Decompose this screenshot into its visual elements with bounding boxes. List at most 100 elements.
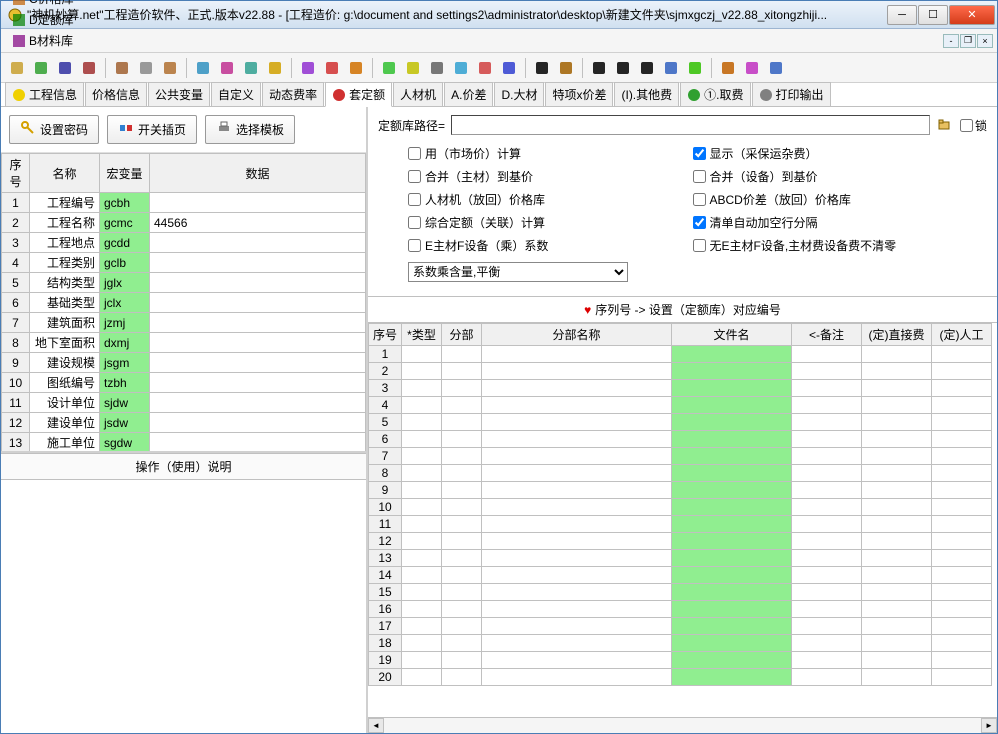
table-row[interactable]: 6 (369, 431, 992, 448)
tab-12[interactable]: 打印输出 (752, 82, 831, 106)
toolbar-btn-19[interactable] (499, 58, 519, 78)
tab-2[interactable]: 公共变量 (148, 82, 210, 106)
table-row[interactable]: 10图纸编号tzbh (2, 373, 366, 393)
table-row[interactable]: 19 (369, 652, 992, 669)
toolbar-btn-2[interactable] (55, 58, 75, 78)
toolbar-btn-12[interactable] (322, 58, 342, 78)
toolbar-btn-7[interactable] (193, 58, 213, 78)
mdi-close-button[interactable]: × (977, 34, 993, 48)
tab-4[interactable]: 动态费率 (262, 82, 324, 106)
check-2[interactable]: 合并（主材）到基价 (408, 168, 673, 185)
table-row[interactable]: 6基础类型jclx (2, 293, 366, 313)
right-grid[interactable]: 序号*类型分部分部名称文件名<-备注(定)直接费(定)人工 1234567891… (368, 322, 997, 717)
tab-1[interactable]: 价格信息 (85, 82, 147, 106)
tab-3[interactable]: 自定义 (211, 82, 261, 106)
check-1[interactable]: 显示（采保运杂费） (693, 145, 958, 162)
right-col-3[interactable]: 分部名称 (482, 324, 672, 346)
quota-path-input[interactable] (451, 115, 930, 135)
set-password-button[interactable]: 设置密码 (9, 115, 99, 144)
table-row[interactable]: 4 (369, 397, 992, 414)
maximize-button[interactable]: ☐ (918, 5, 948, 25)
toolbar-btn-24[interactable] (637, 58, 657, 78)
right-col-1[interactable]: *类型 (402, 324, 442, 346)
left-col-3[interactable]: 数据 (150, 154, 366, 193)
table-row[interactable]: 12建设单位jsdw (2, 413, 366, 433)
table-row[interactable]: 16 (369, 601, 992, 618)
toolbar-btn-21[interactable] (556, 58, 576, 78)
table-row[interactable]: 5 (369, 414, 992, 431)
table-row[interactable]: 9 (369, 482, 992, 499)
toolbar-btn-3[interactable] (79, 58, 99, 78)
toolbar-btn-13[interactable] (346, 58, 366, 78)
table-row[interactable]: 3 (369, 380, 992, 397)
table-row[interactable]: 13施工单位sgdw (2, 433, 366, 453)
table-row[interactable]: 10 (369, 499, 992, 516)
tab-11[interactable]: ①.取费 (680, 82, 750, 106)
toolbar-btn-22[interactable] (589, 58, 609, 78)
coefficient-combo[interactable]: 系数乘含量,平衡 (408, 262, 628, 282)
mdi-restore-button[interactable]: ❐ (960, 34, 976, 48)
left-col-0[interactable]: 序号 (2, 154, 30, 193)
check-4[interactable]: 人材机（放回）价格库 (408, 191, 673, 208)
close-button[interactable]: ✕ (949, 5, 995, 25)
table-row[interactable]: 5结构类型jglx (2, 273, 366, 293)
tab-0[interactable]: 工程信息 (5, 82, 84, 106)
right-col-4[interactable]: 文件名 (672, 324, 792, 346)
table-row[interactable]: 12 (369, 533, 992, 550)
table-row[interactable]: 11 (369, 516, 992, 533)
table-row[interactable]: 7建筑面积jzmj (2, 313, 366, 333)
tab-6[interactable]: 人材机 (393, 82, 443, 106)
menu-cube-icon[interactable]: B材料库 (5, 30, 90, 51)
toolbar-btn-29[interactable] (766, 58, 786, 78)
tab-7[interactable]: A.价差 (444, 82, 493, 106)
check-0[interactable]: 用（市场价）计算 (408, 145, 673, 162)
toolbar-btn-23[interactable] (613, 58, 633, 78)
table-row[interactable]: 1工程编号gcbh (2, 193, 366, 213)
tab-9[interactable]: 特项x价差 (545, 82, 613, 106)
toolbar-btn-28[interactable] (742, 58, 762, 78)
table-row[interactable]: 20 (369, 669, 992, 686)
table-row[interactable]: 11设计单位sjdw (2, 393, 366, 413)
choose-template-button[interactable]: 选择模板 (205, 115, 295, 144)
right-col-6[interactable]: (定)直接费 (862, 324, 932, 346)
tab-10[interactable]: (I).其他费 (614, 82, 679, 106)
toolbar-btn-0[interactable] (7, 58, 27, 78)
table-row[interactable]: 8 (369, 465, 992, 482)
toggle-insert-button[interactable]: 开关插页 (107, 115, 197, 144)
right-col-0[interactable]: 序号 (369, 324, 402, 346)
browse-button[interactable] (936, 116, 954, 134)
left-col-1[interactable]: 名称 (30, 154, 100, 193)
toolbar-btn-11[interactable] (298, 58, 318, 78)
tab-5[interactable]: 套定额 (325, 82, 392, 107)
mdi-minimize-button[interactable]: - (943, 34, 959, 48)
table-row[interactable]: 4工程类别gclb (2, 253, 366, 273)
toolbar-btn-9[interactable] (241, 58, 261, 78)
check-7[interactable]: 清单自动加空行分隔 (693, 214, 958, 231)
table-row[interactable]: 1 (369, 346, 992, 363)
table-row[interactable]: 8地下室面积dxmj (2, 333, 366, 353)
toolbar-btn-15[interactable] (403, 58, 423, 78)
table-row[interactable]: 2工程名称gcmc44566 (2, 213, 366, 233)
toolbar-btn-6[interactable] (160, 58, 180, 78)
check-6[interactable]: 综合定额（关联）计算 (408, 214, 673, 231)
table-row[interactable]: 9建设规模jsgm (2, 353, 366, 373)
menu-db-icon[interactable]: C价格库 (5, 0, 90, 9)
toolbar-btn-27[interactable] (718, 58, 738, 78)
toolbar-btn-14[interactable] (379, 58, 399, 78)
table-row[interactable]: 3工程地点gcdd (2, 233, 366, 253)
toolbar-btn-25[interactable] (661, 58, 681, 78)
toolbar-btn-10[interactable] (265, 58, 285, 78)
tab-8[interactable]: D.大材 (494, 82, 544, 106)
toolbar-btn-26[interactable] (685, 58, 705, 78)
toolbar-btn-5[interactable] (136, 58, 156, 78)
table-row[interactable]: 17 (369, 618, 992, 635)
toolbar-btn-17[interactable] (451, 58, 471, 78)
toolbar-btn-16[interactable] (427, 58, 447, 78)
toolbar-btn-4[interactable] (112, 58, 132, 78)
toolbar-btn-8[interactable] (217, 58, 237, 78)
toolbar-btn-20[interactable] (532, 58, 552, 78)
table-row[interactable]: 7 (369, 448, 992, 465)
table-row[interactable]: 2 (369, 363, 992, 380)
minimize-button[interactable]: ─ (887, 5, 917, 25)
menu-book-icon[interactable]: D定额库 (5, 9, 90, 30)
